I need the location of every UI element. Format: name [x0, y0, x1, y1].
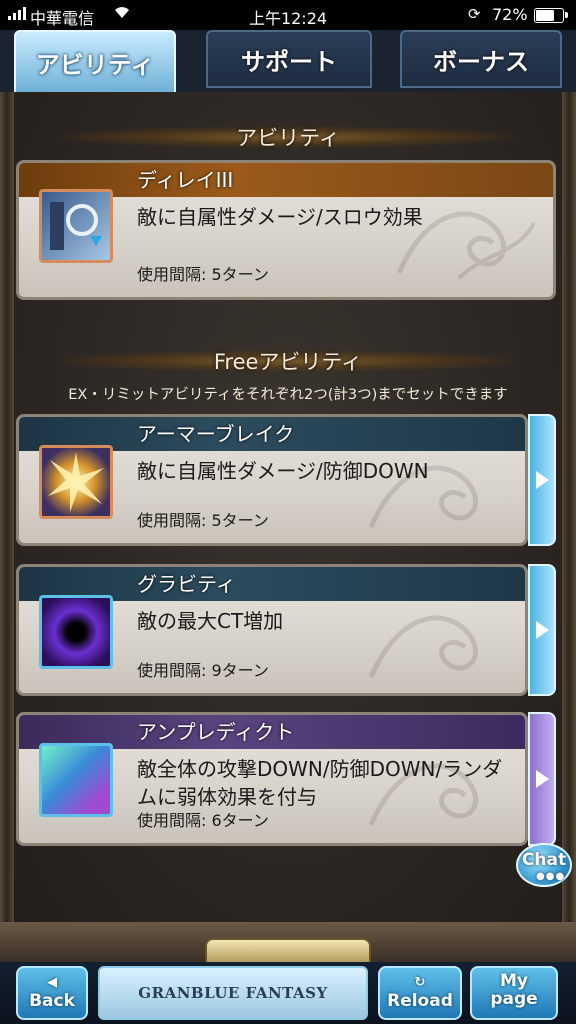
- clock: 上午12:24: [248, 9, 328, 28]
- chat-label: Chat: [521, 850, 567, 870]
- ability-card-delay[interactable]: ディレイIII 敵に自属性ダメージ/スロウ効果 使用間隔: 5ターン: [16, 160, 556, 300]
- left-frame-rail: [0, 92, 14, 922]
- gravity-orb-icon: [39, 595, 113, 669]
- mypage-label-line1: My: [500, 971, 528, 991]
- section-title-free: Freeアビリティ: [213, 350, 363, 374]
- mypage-button[interactable]: My page: [470, 966, 558, 1020]
- chat-button[interactable]: Chat ●●●: [516, 843, 572, 887]
- ellipsis-icon: ●●●: [536, 871, 566, 882]
- free-ability-note: EX・リミットアビリティをそれぞれ2つ(計3つ)までセットできます: [68, 387, 508, 403]
- free-ability-card-unpredict[interactable]: アンプレディクト 敵全体の攻撃DOWN/防御DOWN/ランダムに弱体効果を付与 …: [16, 712, 528, 846]
- set-ability-arrow-button[interactable]: [528, 564, 556, 696]
- set-ability-arrow-button[interactable]: [528, 712, 556, 846]
- battery-percent: 72%: [492, 5, 528, 24]
- tab-support[interactable]: サポート: [206, 30, 372, 88]
- back-label: Back: [29, 991, 75, 1011]
- tab-bonus[interactable]: ボーナス: [400, 30, 562, 88]
- ability-interval: 使用間隔: 6ターン: [137, 811, 269, 830]
- ability-interval: 使用間隔: 5ターン: [137, 511, 269, 530]
- armor-break-icon: [39, 445, 113, 519]
- tab-ability[interactable]: アビリティ: [14, 30, 176, 94]
- rotation-lock-icon: ⟳: [468, 5, 481, 23]
- ability-interval: 使用間隔: 9ターン: [137, 661, 269, 680]
- game-logo: GRANBLUE FANTASY: [98, 966, 368, 1020]
- set-ability-arrow-button[interactable]: [528, 414, 556, 546]
- ability-interval: 使用間隔: 5ターン: [137, 265, 269, 284]
- reload-button[interactable]: ↻ Reload: [378, 966, 462, 1020]
- ability-description: 敵に自属性ダメージ/防御DOWN: [137, 459, 429, 483]
- right-frame-rail: [562, 92, 576, 922]
- battery-icon: [534, 8, 568, 23]
- ability-description: 敵全体の攻撃DOWN/防御DOWN/ランダムに弱体効果を付与: [137, 757, 503, 809]
- unpredict-hand-icon: [39, 743, 113, 817]
- delay-hourglass-icon: [39, 189, 113, 263]
- tab-bar: アビリティ サポート ボーナス: [0, 30, 576, 94]
- free-ability-card-gravity[interactable]: グラビティ 敵の最大CT増加 使用間隔: 9ターン: [16, 564, 528, 696]
- status-bar: 中華電信 上午12:24 ⟳ 72%: [0, 0, 576, 30]
- ability-description: 敵に自属性ダメージ/スロウ効果: [137, 205, 423, 229]
- ability-description: 敵の最大CT増加: [137, 609, 284, 633]
- logo-text: GRANBLUE FANTASY: [138, 984, 328, 1002]
- section-title-ability: アビリティ: [236, 126, 340, 150]
- reload-icon: ↻: [414, 975, 426, 990]
- mypage-label-line2: page: [490, 989, 538, 1009]
- arrow-right-icon: [535, 621, 549, 639]
- back-arrow-icon: ◀: [47, 975, 57, 990]
- arrow-right-icon: [535, 770, 549, 788]
- free-ability-card-armor-break[interactable]: アーマーブレイク 敵に自属性ダメージ/防御DOWN 使用間隔: 5ターン: [16, 414, 528, 546]
- back-button[interactable]: ◀ Back: [16, 966, 88, 1020]
- reload-label: Reload: [387, 991, 453, 1011]
- arrow-right-icon: [535, 471, 549, 489]
